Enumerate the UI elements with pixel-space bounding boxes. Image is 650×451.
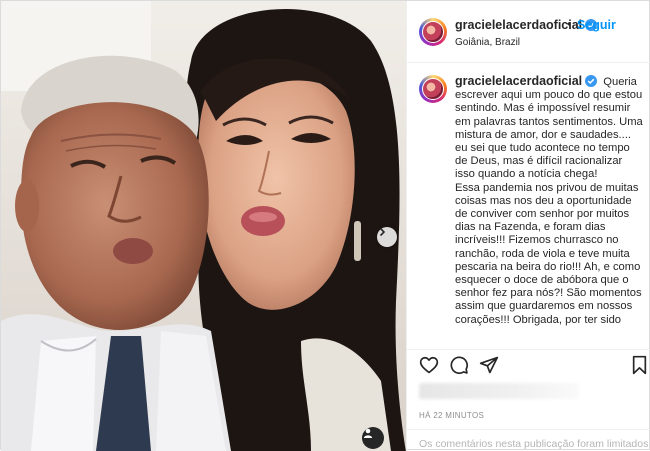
comments-footer: Os comentários nesta publicação foram li…	[407, 429, 650, 451]
person-tag-icon	[363, 428, 373, 438]
post-photo[interactable]	[1, 1, 406, 451]
post-timestamp[interactable]: HÁ 22 MINUTOS	[419, 411, 484, 420]
post-actions	[407, 349, 650, 379]
instagram-post: gracielelacerdaoficial • Seguir Goiânia,…	[0, 0, 650, 451]
separator-dot: •	[567, 17, 572, 31]
tagged-people-button[interactable]	[362, 427, 384, 449]
post-location[interactable]: Goiânia, Brazil	[455, 37, 520, 48]
post-header: gracielelacerdaoficial • Seguir Goiânia,…	[407, 1, 650, 63]
caption-body-continued: Essa pandemia nos privou de muitas coisa…	[455, 181, 642, 326]
caption-body: Queria escrever aqui um pouco do que est…	[455, 76, 643, 181]
caption-text: gracielelacerdaoficial Queria escrever a…	[455, 74, 645, 327]
post-side-panel: gracielelacerdaoficial • Seguir Goiânia,…	[406, 1, 650, 451]
author-avatar[interactable]	[419, 18, 447, 46]
author-username[interactable]: gracielelacerdaoficial	[455, 18, 598, 32]
likes-count-blurred	[419, 383, 579, 399]
chevron-right-icon	[379, 227, 386, 237]
bookmark-icon[interactable]	[631, 355, 648, 375]
comment-icon[interactable]	[449, 355, 469, 375]
verified-badge-icon	[585, 75, 598, 87]
caption-section: gracielelacerdaoficial Queria escrever a…	[407, 63, 650, 349]
heart-icon[interactable]	[419, 355, 439, 375]
carousel-next-button[interactable]	[377, 227, 397, 247]
follow-button[interactable]: Seguir	[577, 18, 616, 32]
photo-illustration	[1, 1, 406, 451]
caption-author-username[interactable]: gracielelacerdaoficial	[455, 74, 598, 88]
paper-plane-icon[interactable]	[479, 355, 499, 375]
comments-limited-notice: Os comentários nesta publicação foram li…	[419, 438, 649, 450]
caption-author-avatar[interactable]	[419, 75, 447, 103]
